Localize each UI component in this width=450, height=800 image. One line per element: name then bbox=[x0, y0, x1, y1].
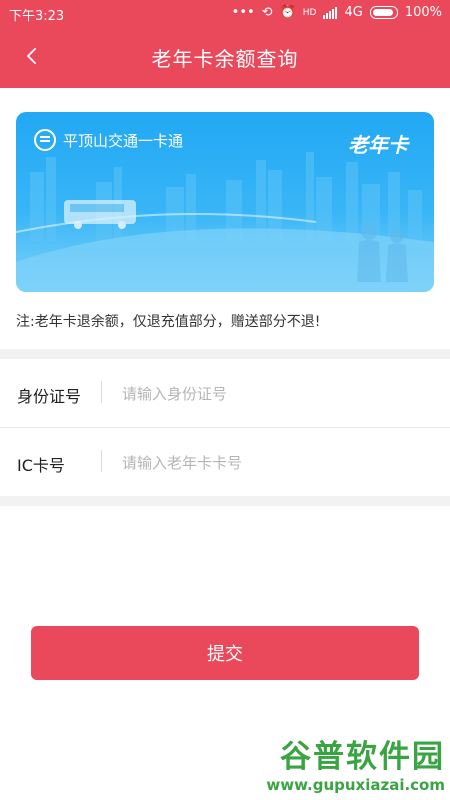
ic-card-label: IC卡号 bbox=[17, 456, 65, 475]
ic-card-row: IC卡号 bbox=[0, 428, 450, 496]
more-dots-icon: ••• bbox=[231, 5, 255, 20]
card-brand: 平顶山交通一卡通 bbox=[34, 129, 183, 151]
sync-icon: ⟲ bbox=[261, 5, 273, 20]
app-header: 老年卡余额查询 bbox=[0, 26, 450, 88]
watermark: 谷普软件园 www.gupuxiazai.com bbox=[266, 731, 445, 794]
id-number-row: 身份证号 bbox=[0, 359, 450, 427]
page-title: 老年卡余额查询 bbox=[151, 47, 299, 71]
section-divider-bottom bbox=[0, 496, 450, 506]
status-icons: ••• ⟲ ⏰ HD 4G 100% bbox=[232, 5, 442, 20]
field-separator bbox=[101, 381, 102, 403]
field-separator bbox=[101, 450, 102, 472]
card-type-label: 老年卡 bbox=[348, 133, 408, 157]
battery-level: 100% bbox=[404, 5, 442, 20]
section-divider bbox=[0, 349, 450, 359]
ic-card-input[interactable] bbox=[120, 446, 424, 480]
battery-icon bbox=[369, 6, 398, 19]
id-number-label: 身份证号 bbox=[17, 387, 82, 406]
elder-card-image: 平顶山交通一卡通 老年卡 bbox=[16, 112, 434, 292]
status-bar: 下午3:23 ••• ⟲ ⏰ HD 4G 100% bbox=[0, 0, 450, 26]
network-type: 4G bbox=[344, 5, 363, 20]
watermark-title: 谷普软件园 bbox=[280, 739, 445, 775]
id-number-input[interactable] bbox=[120, 377, 424, 411]
refund-note: 注:老年卡退余额，仅退充值部分，赠送部分不退! bbox=[16, 314, 321, 330]
alarm-icon: ⏰ bbox=[279, 5, 296, 20]
submit-button[interactable]: 提交 bbox=[31, 626, 419, 680]
watermark-url: www.gupuxiazai.com bbox=[266, 776, 445, 794]
hd-signal-icon: HD bbox=[302, 7, 317, 18]
status-time: 下午3:23 bbox=[9, 9, 65, 24]
signal-icon bbox=[323, 6, 338, 19]
card-brand-text: 平顶山交通一卡通 bbox=[63, 131, 184, 150]
transit-logo-icon bbox=[34, 129, 56, 151]
